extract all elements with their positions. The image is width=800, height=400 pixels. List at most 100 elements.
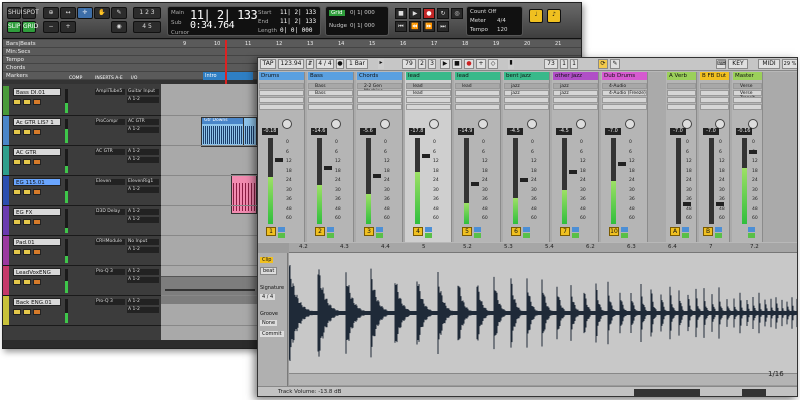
zoom-in-icon[interactable]: + — [60, 21, 76, 33]
play-icon[interactable]: ▶ — [440, 59, 450, 69]
count-off-label[interactable]: Count Off — [470, 9, 496, 15]
clip-slot[interactable] — [455, 97, 500, 103]
mute-button[interactable] — [33, 249, 41, 255]
track-activator-button[interactable]: B — [703, 227, 713, 236]
solo-button[interactable] — [523, 227, 530, 232]
insert-slot[interactable]: Pro-Q 3 — [95, 299, 125, 305]
key-map-button[interactable]: KEY — [728, 59, 748, 69]
volume-readout[interactable]: -7.0 — [605, 128, 621, 135]
grid-value[interactable]: 0| 1| 000 — [350, 10, 375, 16]
pan-knob[interactable] — [625, 119, 635, 129]
arm-button[interactable] — [474, 233, 481, 238]
clip-slot[interactable]: Bass — [308, 90, 353, 96]
track-overview[interactable] — [634, 389, 700, 396]
mixer-channel[interactable]: Master Verse Verse Transit -0.16 0 6 12 18 2… — [732, 72, 763, 242]
clip-slot[interactable] — [553, 104, 598, 110]
loop-start-bar[interactable]: 73 — [544, 59, 558, 69]
clip-view-toggle[interactable] — [742, 389, 766, 396]
online-icon[interactable]: ◎ — [451, 8, 463, 19]
stop-icon[interactable]: ■ — [395, 8, 407, 19]
insert-slot[interactable]: D3D Delay — [95, 209, 125, 215]
solo-button[interactable] — [748, 227, 755, 232]
io-output[interactable]: A 1-2 — [127, 277, 159, 283]
track-name[interactable]: Pad.01 — [13, 238, 61, 246]
volume-fader[interactable] — [373, 174, 381, 178]
clip-slot[interactable] — [259, 104, 304, 110]
clip-slot[interactable] — [602, 97, 647, 103]
solo-button[interactable] — [376, 227, 383, 232]
volume-fader[interactable] — [275, 158, 283, 162]
volume-readout[interactable]: -7.0 — [703, 128, 719, 135]
io-input[interactable]: No Input — [127, 239, 159, 245]
clip-slot[interactable] — [700, 83, 729, 89]
volume-fader[interactable] — [520, 178, 528, 182]
groove-field[interactable]: None — [260, 320, 278, 326]
channel-name[interactable]: A Verb — [667, 72, 696, 80]
record-enable-button[interactable] — [13, 219, 21, 225]
clip-slot[interactable]: jazz — [553, 90, 598, 96]
pan-knob[interactable] — [380, 119, 390, 129]
io-input[interactable]: AC GTR — [127, 119, 159, 125]
clip-slot[interactable]: 4-Audio (Freeze) — [602, 90, 647, 96]
clip-slot[interactable]: lead — [406, 83, 451, 89]
arm-button[interactable] — [327, 233, 334, 238]
end-value[interactable]: 11| 2| 133 — [280, 18, 316, 25]
track-name[interactable]: Bass DI.01 — [13, 88, 61, 96]
mute-button[interactable] — [33, 159, 41, 165]
grid-label[interactable]: Grid — [329, 10, 345, 16]
rewind-icon[interactable]: ⏪ — [409, 21, 421, 32]
clip-slot[interactable] — [357, 90, 402, 96]
io-output[interactable]: A 1-2 — [127, 307, 159, 313]
channel-name[interactable]: bent jazz — [504, 72, 549, 80]
trim-tool-icon[interactable]: ↔ — [60, 7, 76, 19]
solo-button[interactable] — [425, 227, 432, 232]
mixer-channel[interactable]: A Verb -7.0 0 6 12 18 24 30 36 48 60 A — [666, 72, 697, 242]
start-value[interactable]: 11| 2| 133 — [280, 9, 316, 16]
arm-button[interactable] — [523, 233, 530, 238]
meter-value[interactable]: 4/4 — [497, 18, 506, 24]
track-activator-button[interactable]: 4 — [413, 227, 423, 236]
record-enable-button[interactable] — [13, 249, 21, 255]
solo-button[interactable] — [682, 227, 689, 232]
clip-slot[interactable]: jazz — [504, 90, 549, 96]
mixer-channel[interactable]: Bass Bass Bass -14.6 0 6 12 18 24 30 36 48 60 2 — [307, 72, 354, 242]
volume-readout[interactable]: -0.16 — [736, 128, 752, 135]
arm-button[interactable] — [682, 233, 689, 238]
track-name[interactable]: AC GTR — [13, 148, 61, 156]
ruler-min-secs[interactable]: Min:Secs — [3, 48, 581, 56]
clip-slot[interactable] — [733, 104, 762, 110]
track-activator-button[interactable]: 5 — [462, 227, 472, 236]
channel-name[interactable]: lead — [406, 72, 451, 80]
track-activator-button[interactable]: 3 — [364, 227, 374, 236]
stop-icon[interactable]: ■ — [452, 59, 462, 69]
insert-slot[interactable]: CRHModule — [95, 239, 125, 245]
automation-arm-icon[interactable]: ◇ — [488, 59, 498, 69]
track-row[interactable]: EG FX D3D Delay A 1-2 A 1-2 — [3, 206, 161, 236]
clip-slot[interactable] — [259, 90, 304, 96]
arm-button[interactable] — [278, 233, 285, 238]
midi-map-button[interactable]: MIDI — [758, 59, 780, 69]
clip-scrollbar[interactable] — [289, 373, 797, 385]
clip-slot[interactable] — [553, 97, 598, 103]
track-row[interactable]: EG 115.01 Eleven ElevenRig1 A 1-2 — [3, 176, 161, 206]
clip-waveform-area[interactable] — [288, 253, 797, 373]
clip-slot[interactable] — [308, 97, 353, 103]
pan-knob[interactable] — [282, 119, 292, 129]
track-activator-button[interactable]: 7 — [560, 227, 570, 236]
record-enable-button[interactable] — [13, 129, 21, 135]
track-row[interactable]: Back ENG.01 Pro-Q 3 A 1-2 A 1-2 — [3, 296, 161, 326]
channel-name[interactable]: Master — [733, 72, 762, 80]
insert-slot[interactable]: AC GTR — [95, 149, 125, 155]
clip-slot[interactable]: Verse — [733, 83, 762, 89]
pan-knob[interactable] — [331, 119, 341, 129]
track-activator-button[interactable]: 6 — [511, 227, 521, 236]
mode-spot-button[interactable]: SPOT — [22, 7, 39, 19]
record-enable-button[interactable] — [13, 189, 21, 195]
length-value[interactable]: 0| 0| 000 — [280, 27, 313, 34]
volume-fader[interactable] — [569, 170, 577, 174]
loop-icon[interactable]: ↻ — [437, 8, 449, 19]
clip-slot[interactable] — [455, 90, 500, 96]
clip-slot[interactable] — [406, 97, 451, 103]
pan-knob[interactable] — [478, 119, 488, 129]
solo-button[interactable] — [23, 159, 31, 165]
